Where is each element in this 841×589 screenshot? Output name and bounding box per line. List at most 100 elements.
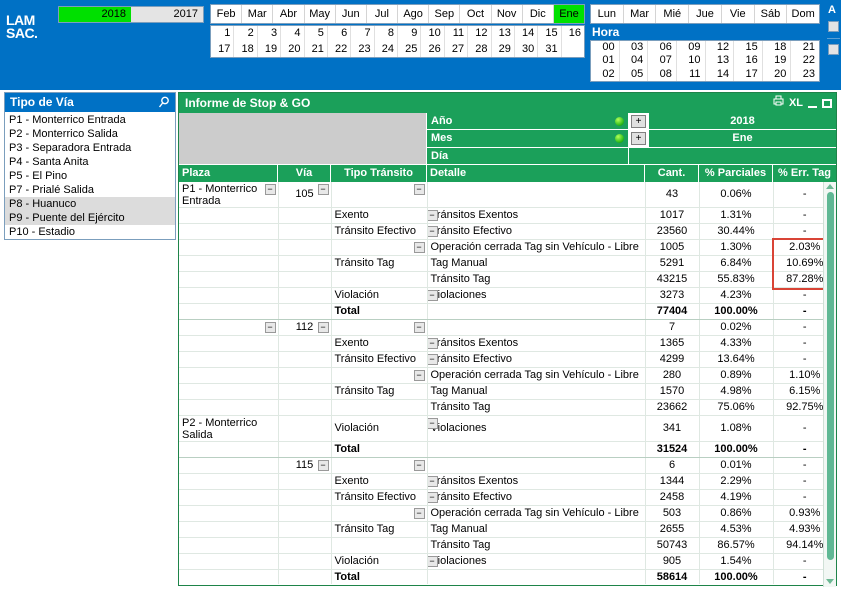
day-option-29[interactable]: 29: [492, 42, 514, 58]
day-option-7[interactable]: 7: [351, 26, 373, 42]
day-option-10[interactable]: 10: [421, 26, 443, 42]
sidebar-item-p7[interactable]: P7 - Prialé Salida: [5, 183, 175, 197]
day-option-9[interactable]: 9: [398, 26, 420, 42]
day-option-5[interactable]: 5: [305, 26, 327, 42]
day-option-12[interactable]: 12: [468, 26, 490, 42]
collapse-minus-icon[interactable]: −: [427, 418, 438, 429]
table-row[interactable]: Total 77404 100.00% -: [179, 303, 836, 320]
hour-option-11[interactable]: 11: [677, 68, 705, 81]
hour-option-00[interactable]: 00: [591, 41, 619, 54]
hour-option-23[interactable]: 23: [791, 68, 819, 81]
hour-option-04[interactable]: 04: [620, 54, 648, 67]
hour-option-16[interactable]: 16: [734, 54, 762, 67]
hour-option-18[interactable]: 18: [763, 41, 791, 54]
table-row[interactable]: 115− −6 0.01% -: [179, 457, 836, 474]
sidebar-item-p8[interactable]: P8 - Huanuco: [5, 197, 175, 211]
expand-plus-icon[interactable]: +: [631, 115, 646, 128]
month-option-May[interactable]: May: [305, 5, 336, 23]
collapse-minus-icon[interactable]: −: [317, 322, 329, 333]
month-option-Oct[interactable]: Oct: [460, 5, 492, 23]
day-filter[interactable]: 1 17 2 18 3 19 4 20 5 21 6 22 7 23 8 24 9 25 10 26 11 27 12 28 1…: [210, 25, 585, 58]
collapse-minus-icon[interactable]: −: [413, 370, 425, 381]
day-option-31[interactable]: 31: [538, 42, 560, 58]
month-option-Nov[interactable]: Nov: [492, 5, 523, 23]
month-filter[interactable]: Feb Mar Abr May Jun Jul Ago Sep Oct Nov Dic Ene: [210, 4, 585, 24]
hour-option-21[interactable]: 21: [791, 41, 819, 54]
month-option-Ago[interactable]: Ago: [398, 5, 430, 23]
dimension-label-día[interactable]: Día: [427, 147, 629, 164]
day-option-25[interactable]: 25: [398, 42, 420, 58]
collapse-minus-icon[interactable]: −: [427, 354, 438, 365]
collapse-minus-icon[interactable]: −: [427, 492, 438, 503]
collapse-minus-icon[interactable]: −: [264, 184, 276, 195]
collapse-minus-icon[interactable]: −: [427, 338, 438, 349]
month-option-Mar[interactable]: Mar: [242, 5, 274, 23]
weekday-option-Lun[interactable]: Lun: [591, 5, 624, 23]
day-option-17[interactable]: 17: [211, 42, 233, 58]
table-row[interactable]: Total 58614 100.00% -: [179, 569, 836, 584]
table-row[interactable]: Tránsito Efectivo Tránsito Efectivo −23560…: [179, 223, 836, 240]
table-row[interactable]: P1 - Monterrico Entrada −105− −43 0.06% -: [179, 182, 836, 208]
column-header-cantidad[interactable]: Cant.: [645, 165, 699, 182]
column-header-parciales[interactable]: % Parciales: [699, 165, 773, 182]
hour-option-02[interactable]: 02: [591, 68, 619, 81]
sidebar-item-p1[interactable]: P1 - Monterrico Entrada: [5, 113, 175, 127]
day-option-8[interactable]: 8: [375, 26, 397, 42]
table-row[interactable]: − Operación cerrada Tag sin Vehículo - Li…: [179, 505, 836, 522]
collapse-minus-icon[interactable]: −: [427, 290, 438, 301]
scrollbar-thumb[interactable]: [827, 192, 834, 560]
hour-option-03[interactable]: 03: [620, 41, 648, 54]
hour-option-13[interactable]: 13: [706, 54, 734, 67]
day-option-16[interactable]: 16: [562, 26, 584, 42]
table-row[interactable]: Violación Violaciones − 3273 4.23% -: [179, 287, 836, 304]
collapse-minus-icon[interactable]: −: [427, 476, 438, 487]
day-option-15[interactable]: 15: [538, 26, 560, 42]
scroll-down-arrow-icon[interactable]: [826, 579, 834, 584]
collapse-minus-icon[interactable]: −: [413, 184, 425, 195]
hour-option-15[interactable]: 15: [734, 41, 762, 54]
weekday-option-Jue[interactable]: Jue: [689, 5, 722, 23]
year-option-2017[interactable]: 2017: [131, 7, 203, 22]
day-option-4[interactable]: 4: [281, 26, 303, 42]
table-row[interactable]: Exento Tránsitos Exentos − 1344 2.29% -: [179, 473, 836, 490]
column-header-plaza[interactable]: Plaza: [179, 165, 278, 182]
day-option-13[interactable]: 13: [492, 26, 514, 42]
table-row[interactable]: Tránsito Tag 50743 86.57% 94.14%: [179, 537, 836, 554]
collapse-minus-icon[interactable]: −: [427, 226, 438, 237]
table-row[interactable]: Tránsito Tag Tag Manual 1570 4.98% 6.15%: [179, 383, 836, 400]
year-filter[interactable]: 2018 2017: [58, 6, 204, 23]
search-icon[interactable]: [158, 96, 170, 109]
hour-option-07[interactable]: 07: [648, 54, 676, 67]
vertical-scrollbar[interactable]: [823, 182, 836, 587]
table-row[interactable]: Tránsito Tag Tag Manual 5291 6.84% 10.69%: [179, 255, 836, 272]
weekday-filter[interactable]: Lun Mar Mié Jue Vie Sáb Dom: [590, 4, 820, 24]
table-row[interactable]: −112− −7 0.02% -: [179, 319, 836, 336]
month-option-Feb[interactable]: Feb: [211, 5, 243, 23]
hour-option-12[interactable]: 12: [706, 41, 734, 54]
table-row[interactable]: Tránsito Tag 23662 75.06% 92.75%: [179, 399, 836, 416]
table-row[interactable]: Tránsito Tag 43215 55.83% 87.28%: [179, 271, 836, 288]
table-row[interactable]: Violación Violaciones − 905 1.54% -: [179, 553, 836, 570]
collapse-minus-icon[interactable]: −: [413, 322, 425, 333]
hour-option-10[interactable]: 10: [677, 54, 705, 67]
minimize-button[interactable]: [808, 106, 817, 108]
table-row[interactable]: Exento Tránsitos Exentos − 1365 4.33% -: [179, 335, 836, 352]
right-panel-checkbox-1[interactable]: [828, 21, 839, 32]
weekday-option-Dom[interactable]: Dom: [787, 5, 819, 23]
weekday-option-Sáb[interactable]: Sáb: [755, 5, 788, 23]
hour-option-14[interactable]: 14: [706, 68, 734, 81]
hour-option-09[interactable]: 09: [677, 41, 705, 54]
sidebar-item-p3[interactable]: P3 - Separadora Entrada: [5, 141, 175, 155]
day-option-23[interactable]: 23: [351, 42, 373, 58]
day-option-27[interactable]: 27: [445, 42, 467, 58]
hour-option-22[interactable]: 22: [791, 54, 819, 67]
day-option-22[interactable]: 22: [328, 42, 350, 58]
column-header-detalle[interactable]: Detalle: [427, 165, 645, 182]
month-option-Dic[interactable]: Dic: [523, 5, 554, 23]
day-option-6[interactable]: 6: [328, 26, 350, 42]
day-option-30[interactable]: 30: [515, 42, 537, 58]
dimension-label-año[interactable]: Año: [427, 113, 629, 130]
hour-filter[interactable]: 00 01 02 03 04 05 06 07 08 09 10 11 12 13 14 15 16 17 18 19…: [590, 40, 820, 82]
month-option-Abr[interactable]: Abr: [273, 5, 305, 23]
sidebar-item-p10[interactable]: P10 - Estadio: [5, 225, 175, 239]
